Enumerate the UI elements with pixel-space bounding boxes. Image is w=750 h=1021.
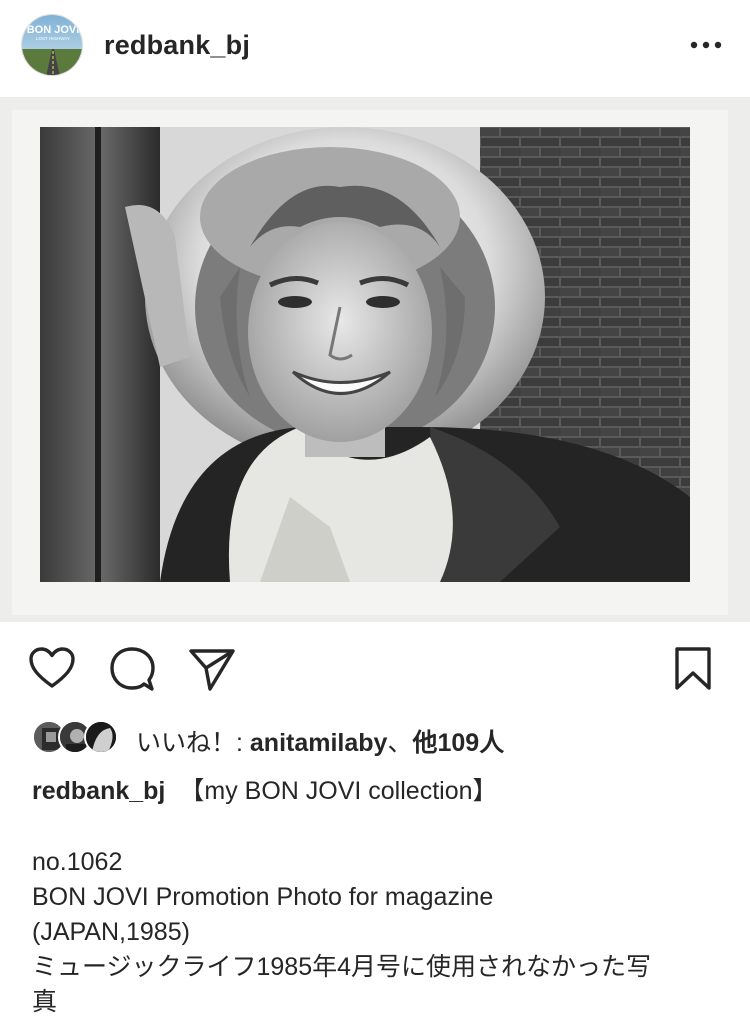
more-horizontal-icon — [690, 41, 722, 49]
comment-icon — [110, 647, 155, 691]
caption-line: ミュージックライフ1985年4月号に使用されなかった写 — [32, 953, 652, 981]
more-options-button[interactable] — [686, 32, 726, 58]
like-button[interactable] — [28, 646, 76, 695]
liker-avatar-image — [86, 722, 116, 752]
save-button[interactable] — [673, 646, 713, 697]
post-image[interactable] — [0, 97, 750, 622]
comment-button[interactable] — [109, 646, 155, 697]
post-username[interactable]: redbank_bj — [104, 30, 250, 61]
post-header: BON JOVI LOST HIGHWAY redbank_bj — [0, 0, 750, 92]
caption-line: BON JOVI Promotion Photo for magazine — [32, 883, 494, 911]
album-cover-avatar-image: BON JOVI LOST HIGHWAY — [22, 15, 82, 75]
likes-summary[interactable]: いいね！: anitamilaby、他109人 — [136, 723, 504, 759]
liker-avatar[interactable] — [84, 720, 118, 754]
bookmark-icon — [675, 647, 711, 690]
caption-line: (JAPAN,1985) — [32, 918, 190, 946]
avatar-album-text: LOST HIGHWAY — [36, 36, 70, 41]
caption-header: redbank_bj 【my BON JOVI collection】 — [32, 771, 498, 807]
likes-others[interactable]: 他109人 — [412, 729, 504, 757]
caption-body: no.1062 BON JOVI Promotion Photo for mag… — [32, 845, 732, 1020]
avatar-band-text: BON JOVI — [27, 24, 80, 36]
likes-row: いいね！: anitamilaby、他109人 — [32, 717, 732, 757]
likes-user[interactable]: anitamilaby — [250, 729, 388, 757]
caption-title: 【my BON JOVI collection】 — [179, 777, 498, 805]
caption-line: no.1062 — [32, 848, 123, 876]
share-button[interactable] — [188, 646, 236, 697]
caption-username[interactable]: redbank_bj — [32, 777, 165, 805]
heart-icon — [29, 647, 75, 688]
caption-line: 真 — [32, 988, 58, 1016]
send-icon — [189, 649, 235, 691]
post-actions-bar — [0, 640, 750, 700]
promotion-photo — [12, 110, 728, 615]
likes-prefix: いいね！: — [136, 729, 250, 757]
likes-separator: 、 — [387, 729, 413, 757]
profile-avatar[interactable]: BON JOVI LOST HIGHWAY — [21, 14, 83, 76]
